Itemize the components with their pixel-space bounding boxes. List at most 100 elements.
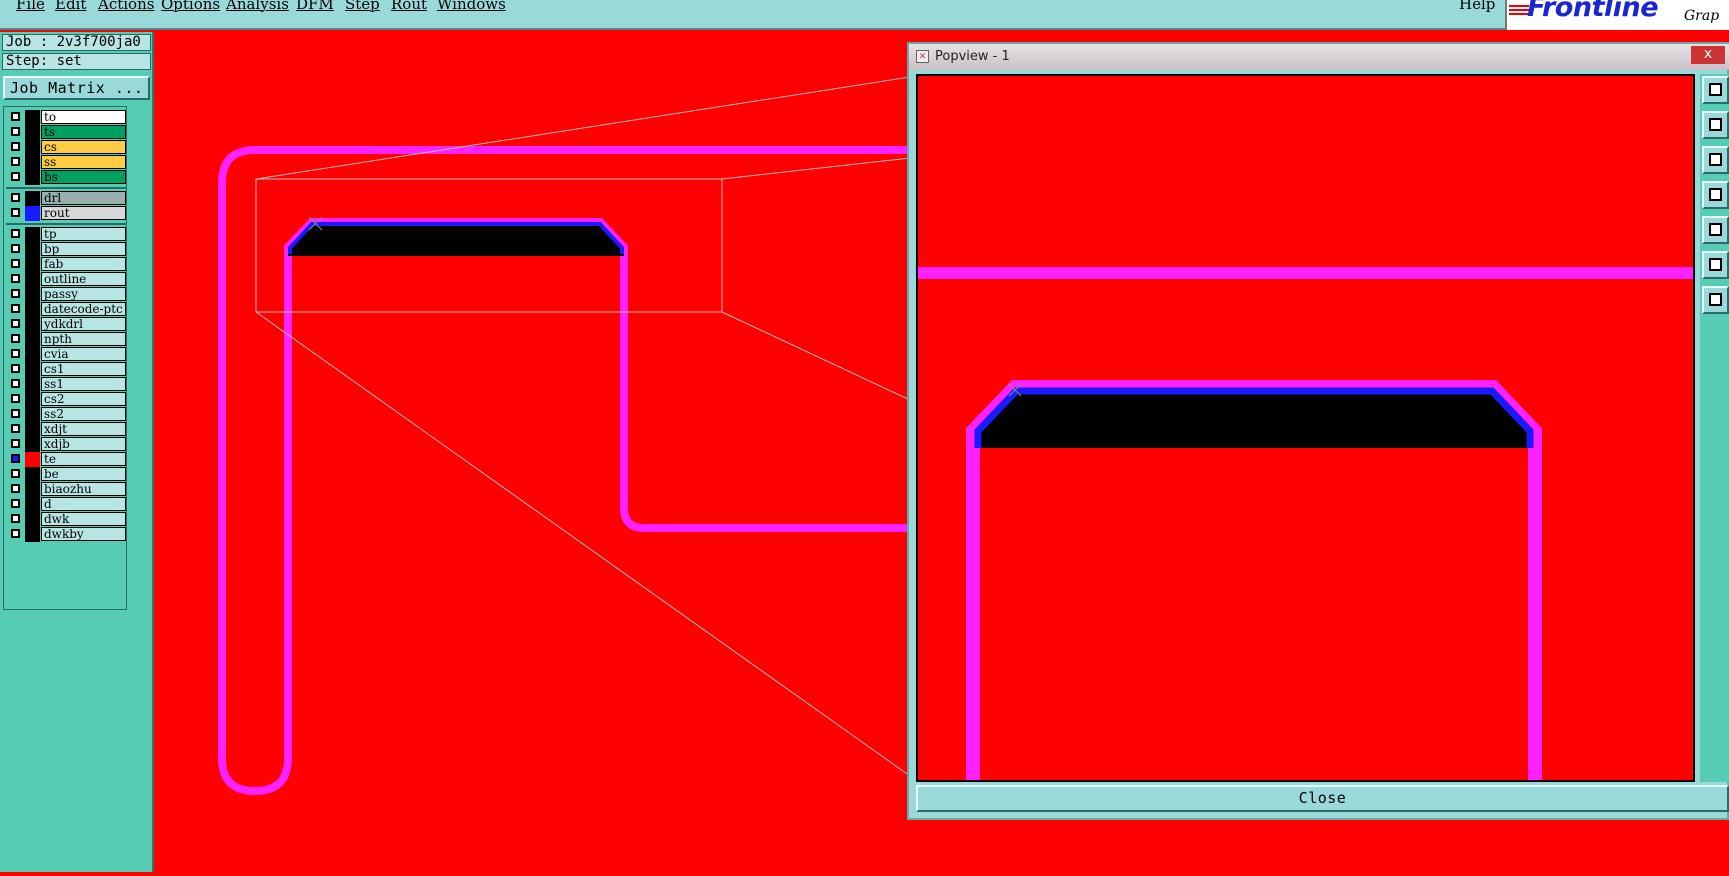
layer-checkbox[interactable]: [11, 259, 20, 268]
layer-row-ss[interactable]: ss: [6, 155, 127, 170]
layer-name[interactable]: cs1: [41, 362, 126, 376]
layer-name[interactable]: bp: [41, 242, 126, 256]
layer-row-xdjb[interactable]: xdjb: [6, 437, 127, 452]
layer-row-te[interactable]: te: [6, 452, 127, 467]
layer-name[interactable]: te: [41, 452, 126, 466]
menu-windows[interactable]: Windows: [437, 0, 506, 13]
layer-name[interactable]: be: [41, 467, 126, 481]
layer-row-bs[interactable]: bs: [6, 170, 127, 185]
layer-checkbox[interactable]: [11, 409, 20, 418]
layer-row-biaozhu[interactable]: biaozhu: [6, 482, 127, 497]
layer-checkbox[interactable]: [11, 349, 20, 358]
layer-name[interactable]: d: [41, 497, 126, 511]
layer-row-ss1[interactable]: ss1: [6, 377, 127, 392]
layer-row-dwkby[interactable]: dwkby: [6, 527, 127, 542]
pan-down-button[interactable]: [1702, 146, 1729, 174]
layer-name[interactable]: cvia: [41, 347, 126, 361]
layer-row-ts[interactable]: ts: [6, 125, 127, 140]
layer-checkbox[interactable]: [11, 127, 20, 136]
layer-name[interactable]: passy: [41, 287, 126, 301]
pan-right-button[interactable]: [1702, 216, 1729, 244]
layer-name[interactable]: datecode-ptc: [41, 302, 126, 316]
layer-row-to[interactable]: to: [6, 110, 127, 125]
layer-row-bp[interactable]: bp: [6, 242, 127, 257]
zoom-out-button[interactable]: [1702, 251, 1729, 279]
layer-name[interactable]: to: [41, 110, 126, 124]
layer-name[interactable]: biaozhu: [41, 482, 126, 496]
layer-checkbox[interactable]: [11, 454, 20, 463]
layer-checkbox[interactable]: [11, 514, 20, 523]
menu-help[interactable]: Help: [1459, 0, 1495, 13]
layer-name[interactable]: cs2: [41, 392, 126, 406]
layer-name[interactable]: drl: [41, 191, 126, 205]
layer-checkbox[interactable]: [11, 244, 20, 253]
close-button[interactable]: Close: [916, 785, 1729, 812]
layer-name[interactable]: ss2: [41, 407, 126, 421]
popview-canvas[interactable]: [916, 74, 1695, 782]
layer-row-drl[interactable]: drl: [6, 191, 127, 206]
layer-checkbox[interactable]: [11, 469, 20, 478]
zoom-home-button[interactable]: [1702, 76, 1729, 104]
layer-name[interactable]: outline: [41, 272, 126, 286]
layer-name[interactable]: xdjb: [41, 437, 126, 451]
layer-row-be[interactable]: be: [6, 467, 127, 482]
layer-checkbox[interactable]: [11, 157, 20, 166]
menu-edit[interactable]: Edit: [55, 0, 86, 13]
layer-checkbox[interactable]: [11, 274, 20, 283]
layer-checkbox[interactable]: [11, 334, 20, 343]
layer-row-ydkdrl[interactable]: ydkdrl: [6, 317, 127, 332]
menu-options[interactable]: Options: [161, 0, 220, 13]
layer-name[interactable]: bs: [41, 170, 126, 184]
layer-checkbox[interactable]: [11, 172, 20, 181]
layer-checkbox[interactable]: [11, 289, 20, 298]
layer-checkbox[interactable]: [11, 193, 20, 202]
layer-checkbox[interactable]: [11, 364, 20, 373]
layer-row-datecode-ptc[interactable]: datecode-ptc: [6, 302, 127, 317]
layer-row-cs[interactable]: cs: [6, 140, 127, 155]
job-matrix-button[interactable]: Job Matrix ...: [3, 76, 150, 100]
menu-step[interactable]: Step: [345, 0, 380, 13]
layer-checkbox[interactable]: [11, 529, 20, 538]
layer-checkbox[interactable]: [11, 229, 20, 238]
menu-rout[interactable]: Rout: [391, 0, 427, 13]
layer-row-d[interactable]: d: [6, 497, 127, 512]
layer-row-rout[interactable]: rout: [6, 206, 127, 221]
layer-name[interactable]: dwkby: [41, 527, 126, 541]
layer-row-ss2[interactable]: ss2: [6, 407, 127, 422]
layer-row-cvia[interactable]: cvia: [6, 347, 127, 362]
layer-name[interactable]: tp: [41, 227, 126, 241]
pan-left-button[interactable]: [1702, 181, 1729, 209]
popview-titlebar[interactable]: ✕ Popview - 1 x: [909, 44, 1729, 70]
layer-name[interactable]: cs: [41, 140, 126, 154]
menu-dfm[interactable]: DFM: [296, 0, 334, 13]
layer-checkbox[interactable]: [11, 484, 20, 493]
layer-checkbox[interactable]: [11, 394, 20, 403]
layer-name[interactable]: npth: [41, 332, 126, 346]
layer-name[interactable]: ydkdrl: [41, 317, 126, 331]
layer-row-passy[interactable]: passy: [6, 287, 127, 302]
layer-checkbox[interactable]: [11, 304, 20, 313]
layer-row-dwk[interactable]: dwk: [6, 512, 127, 527]
layer-checkbox[interactable]: [11, 208, 20, 217]
layer-row-fab[interactable]: fab: [6, 257, 127, 272]
zoom-fit-button[interactable]: [1702, 286, 1729, 314]
layer-checkbox[interactable]: [11, 319, 20, 328]
layer-row-cs2[interactable]: cs2: [6, 392, 127, 407]
layer-row-cs1[interactable]: cs1: [6, 362, 127, 377]
layer-row-tp[interactable]: tp: [6, 227, 127, 242]
menu-actions[interactable]: Actions: [98, 0, 154, 13]
layer-checkbox[interactable]: [11, 379, 20, 388]
layer-checkbox[interactable]: [11, 439, 20, 448]
layer-checkbox[interactable]: [11, 499, 20, 508]
menu-file[interactable]: File: [16, 0, 45, 13]
layer-checkbox[interactable]: [11, 142, 20, 151]
layer-name[interactable]: rout: [41, 206, 126, 220]
pan-up-button[interactable]: [1702, 111, 1729, 139]
layer-row-xdjt[interactable]: xdjt: [6, 422, 127, 437]
layer-name[interactable]: fab: [41, 257, 126, 271]
layer-name[interactable]: ts: [41, 125, 126, 139]
layer-name[interactable]: ss: [41, 155, 126, 169]
layer-checkbox[interactable]: [11, 424, 20, 433]
layer-checkbox[interactable]: [11, 112, 20, 121]
window-close-icon[interactable]: x: [1691, 46, 1725, 64]
